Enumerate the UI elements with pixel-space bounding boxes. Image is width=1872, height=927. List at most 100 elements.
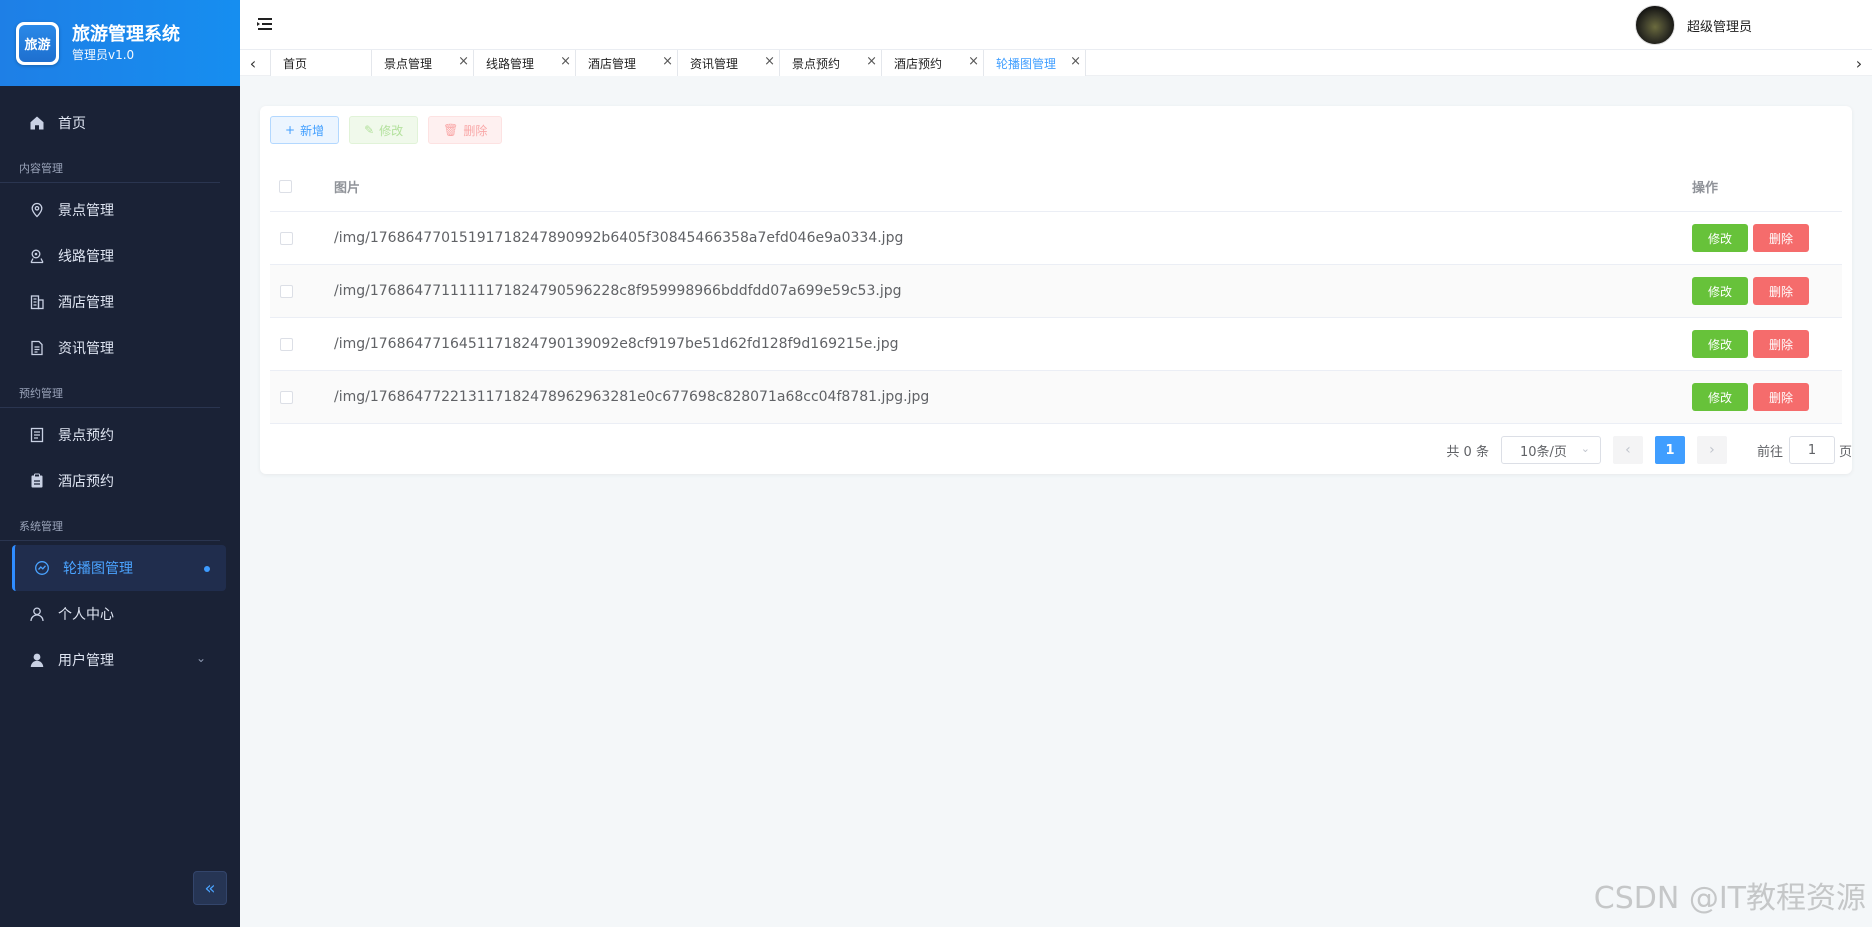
avatar[interactable] [1634, 5, 1675, 45]
app-subtitle: 管理员v1.0 [72, 48, 135, 62]
edit-button-label: 修改 [379, 123, 404, 138]
sidebar-item-users[interactable]: 用户管理 ⌄ [0, 637, 240, 683]
sidebar-item-scenic-booking[interactable]: 景点预约 [0, 412, 240, 458]
sidebar-item-carousel[interactable]: 轮播图管理 [12, 545, 226, 591]
clipboard-icon [28, 472, 46, 490]
pencil-icon: ✎ [364, 123, 375, 137]
row-checkbox[interactable] [280, 337, 293, 351]
menu-group-content: 内容管理 [0, 146, 220, 183]
watermark: CSDN @IT教程资源 [1593, 881, 1866, 916]
tab-list: 首页 景点管理 × 线路管理 × 酒店管理 × 资讯管理 × 景点预约 × 酒店预约 × 轮… [270, 50, 1086, 76]
sidebar: 旅游 旅游管理系统 管理员v1.0 首页 内容管理 景点管理 线路管理 酒店管理… [0, 0, 240, 927]
tab-scroll-right-button[interactable]: › [1846, 50, 1872, 76]
row-delete-button[interactable]: 删除 [1753, 383, 1809, 411]
goto-suffix: 页 [1838, 444, 1852, 460]
chevron-down-icon: ⌄ [195, 651, 206, 665]
close-icon[interactable]: × [866, 55, 877, 69]
menu-toggle-icon[interactable] [256, 16, 274, 32]
chevron-right-icon: › [1855, 53, 1863, 73]
tab-route[interactable]: 线路管理 × [474, 50, 576, 76]
close-icon[interactable]: × [662, 55, 673, 69]
goto-page-input[interactable]: 1 [1788, 436, 1835, 464]
page-size-value: 10条/页 [1519, 444, 1567, 460]
sidebar-item-label: 景点管理 [58, 203, 114, 219]
sidebar-item-label: 酒店预约 [58, 474, 114, 490]
image-path-cell: /img/17686477015191718247890992b6405f308… [334, 230, 904, 246]
prev-page-button[interactable]: ‹ [1612, 436, 1643, 464]
delete-button[interactable]: 🗑 删除 [428, 116, 503, 144]
tab-scenic-booking[interactable]: 景点预约 × [780, 50, 882, 76]
tab-hotel[interactable]: 酒店管理 × [576, 50, 678, 76]
active-dot-indicator [204, 566, 210, 572]
row-edit-button[interactable]: 修改 [1692, 330, 1748, 358]
row-delete-button[interactable]: 删除 [1753, 224, 1809, 252]
sidebar-item-news[interactable]: 资讯管理 [0, 325, 240, 371]
image-path-cell: /img/176864772213117182478962963281e0c67… [334, 389, 930, 405]
route-map-icon [28, 247, 46, 265]
sidebar-item-scenic[interactable]: 景点管理 [0, 187, 240, 233]
carousel-icon [33, 559, 51, 577]
add-button[interactable]: + 新增 [270, 116, 340, 144]
tab-carousel[interactable]: 轮播图管理 × [984, 50, 1086, 76]
sidebar-item-hotel[interactable]: 酒店管理 [0, 279, 240, 325]
table-header: 图片 操作 [270, 162, 1842, 212]
edit-button[interactable]: ✎ 修改 [349, 116, 419, 144]
row-edit-button[interactable]: 修改 [1692, 277, 1748, 305]
image-path-cell: /img/1768647711111171824790596228c8f9599… [334, 283, 902, 299]
tab-home[interactable]: 首页 [270, 50, 372, 76]
row-edit-button[interactable]: 修改 [1692, 383, 1748, 411]
add-button-label: 新增 [300, 123, 325, 138]
user-menu[interactable]: 超级管理员 [1634, 4, 1752, 46]
close-icon[interactable]: × [764, 55, 775, 69]
sidebar-item-label: 景点预约 [58, 428, 114, 444]
sidebar-item-label: 个人中心 [58, 607, 114, 623]
tab-news[interactable]: 资讯管理 × [678, 50, 780, 76]
top-header: 超级管理员 [240, 0, 1872, 50]
tab-scroll-left-button[interactable]: ‹ [240, 50, 266, 76]
next-page-button[interactable]: › [1696, 436, 1727, 464]
trash-icon: 🗑 [443, 123, 459, 137]
row-checkbox[interactable] [280, 390, 293, 404]
page-number-current[interactable]: 1 [1654, 436, 1685, 464]
sidebar-item-route[interactable]: 线路管理 [0, 233, 240, 279]
chevron-left-icon: ‹ [249, 53, 257, 73]
user-name: 超级管理员 [1686, 19, 1752, 35]
menu-group-system: 系统管理 [0, 504, 220, 541]
sidebar-item-hotel-booking[interactable]: 酒店预约 [0, 458, 240, 504]
row-edit-button[interactable]: 修改 [1692, 224, 1748, 252]
tab-label: 酒店预约 [894, 56, 943, 71]
sidebar-item-label: 资讯管理 [58, 341, 114, 357]
table-row: /img/1768647711111171824790596228c8f9599… [270, 265, 1842, 318]
document-icon [28, 339, 46, 357]
close-icon[interactable]: × [1070, 55, 1081, 69]
sidebar-item-profile[interactable]: 个人中心 [0, 591, 240, 637]
collapse-sidebar-button[interactable]: « [193, 871, 227, 905]
tab-label: 线路管理 [486, 56, 535, 71]
tab-hotel-booking[interactable]: 酒店预约 × [882, 50, 984, 76]
row-delete-button[interactable]: 删除 [1753, 277, 1809, 305]
table-row: /img/1768647716451171824790139092e8cf919… [270, 318, 1842, 371]
close-icon[interactable]: × [560, 55, 571, 69]
tab-label: 轮播图管理 [996, 56, 1057, 71]
close-icon[interactable]: × [458, 55, 469, 69]
tab-scenic[interactable]: 景点管理 × [372, 50, 474, 76]
sidebar-menu: 首页 内容管理 景点管理 线路管理 酒店管理 资讯管理 预约管理 景点预约 酒店… [0, 86, 240, 683]
sidebar-item-label: 首页 [58, 116, 86, 132]
row-delete-button[interactable]: 删除 [1753, 330, 1809, 358]
app-logo: 旅游 [16, 21, 59, 65]
select-all-checkbox[interactable] [279, 180, 292, 193]
row-checkbox[interactable] [280, 284, 293, 298]
page-size-select[interactable]: 10条/页 ⌄ [1500, 436, 1601, 464]
close-icon[interactable]: × [968, 55, 979, 69]
plus-icon: + [285, 123, 296, 137]
tab-label: 首页 [283, 56, 308, 71]
image-path-cell: /img/1768647716451171824790139092e8cf919… [334, 336, 899, 352]
double-chevron-left-icon: « [204, 877, 216, 899]
sidebar-item-label: 酒店管理 [58, 295, 114, 311]
list-document-icon [28, 426, 46, 444]
app-title: 旅游管理系统 [72, 24, 180, 45]
row-checkbox[interactable] [280, 231, 293, 245]
goto-prefix: 前往 [1756, 444, 1783, 460]
sidebar-item-home[interactable]: 首页 [0, 100, 240, 146]
user-outline-icon [28, 605, 46, 623]
